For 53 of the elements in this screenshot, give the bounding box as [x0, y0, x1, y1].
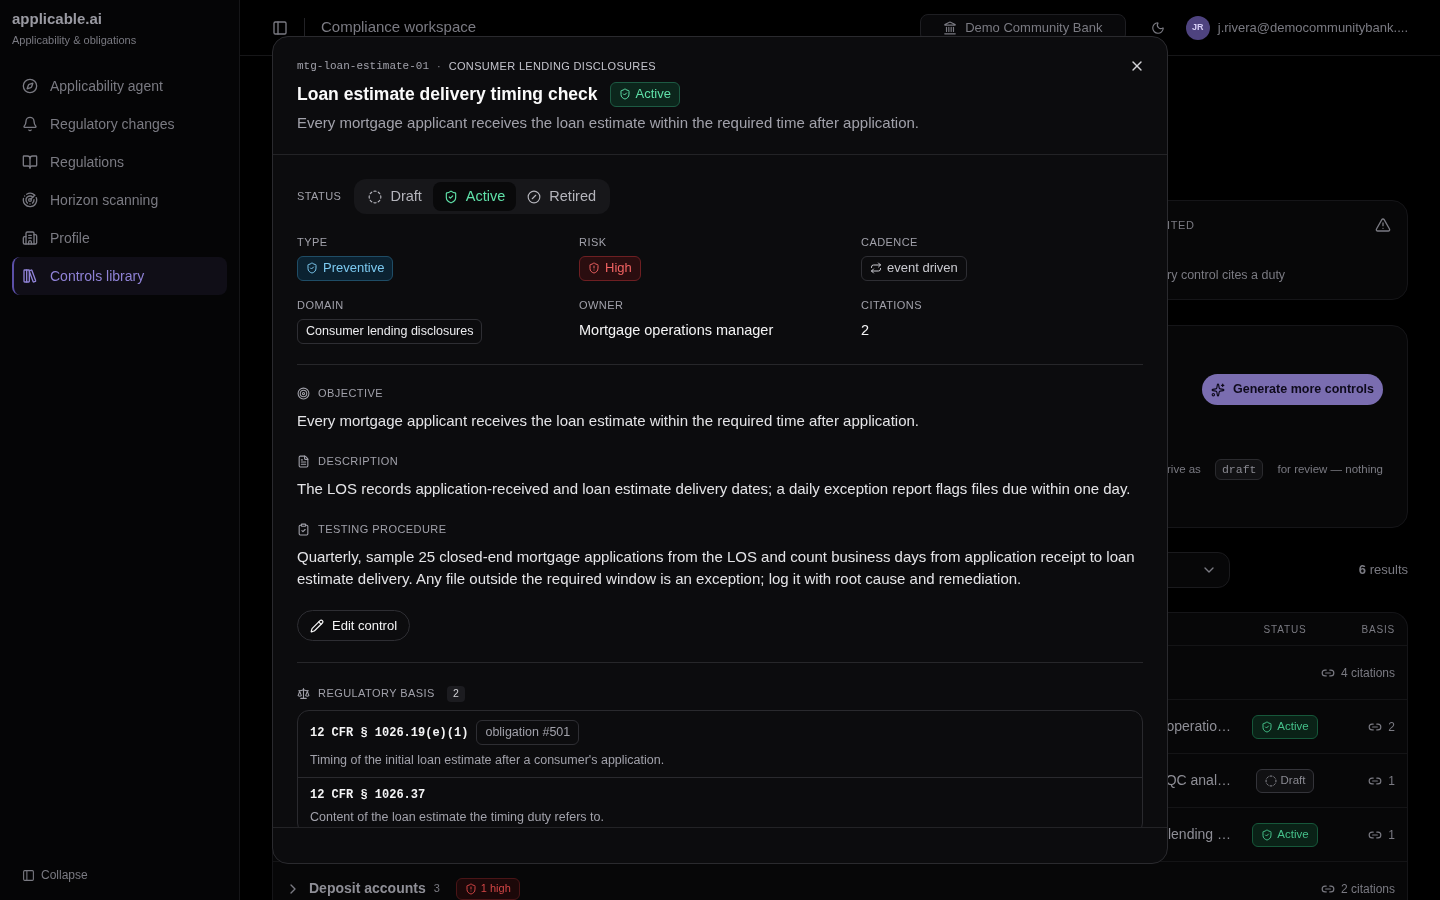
draft-tag: draft [1214, 459, 1264, 481]
section-heading: DESCRIPTION [318, 454, 398, 470]
cadence-tag: event driven [861, 255, 967, 281]
field-label: RISK [579, 236, 607, 249]
section-text: Every mortgage applicant receives the loan estimate within the required time after application. [297, 411, 920, 431]
section-text: Quarterly, sample 25 closed-end mortgage applications from the LOS and count business days from application receipt to loan estimate delivery. Any file outside the required window is an exception; log it with root cause and remediation. [297, 547, 1136, 589]
field-label: OWNER [579, 299, 624, 312]
dialog-summary: Every mortgage applicant receives the loan estimate within the required time after application. [297, 113, 919, 133]
field-label: CADENCE [861, 236, 918, 249]
status-badge: Active [609, 81, 680, 107]
field-label: DOMAIN [297, 299, 344, 312]
group-name: Deposit accounts [309, 879, 426, 898]
results-count: 6 results [1358, 561, 1408, 580]
field-value: 2 [861, 321, 870, 341]
citation-count: 2 citations [1340, 880, 1395, 898]
section-heading: REGULATORY BASIS [318, 686, 435, 702]
type-badge: Preventive [297, 255, 394, 281]
section-text: The LOS records application-received and loan estimate delivery dates; a daily exception report flags files due within one day. [297, 479, 1132, 499]
user-email: j.rivera@democommunitybank.... [1217, 18, 1408, 37]
field-label: CITATIONS [861, 299, 922, 312]
domain-tag: Consumer lending disclosures [297, 318, 483, 344]
risk-badge: 1 high [455, 877, 520, 900]
dialog-title: Loan estimate delivery timing check [297, 83, 598, 106]
field-value: Mortgage operations manager [579, 321, 774, 341]
card-text: ry control cites a duty [1167, 267, 1287, 283]
column-header: BASIS [1361, 622, 1395, 637]
obligation-tag: obligation #501 [476, 720, 580, 745]
count-badge: 2 [446, 685, 465, 702]
note-text: for review — nothing [1277, 462, 1383, 477]
citation-count: 1 [1388, 826, 1395, 844]
section-heading: TESTING PROCEDURE [318, 522, 447, 538]
citation-count: 1 [1388, 772, 1395, 790]
group-count: 3 [433, 881, 440, 897]
risk-badge: High [579, 255, 641, 281]
field-label: TYPE [297, 236, 328, 249]
status-label: STATUS [297, 189, 342, 205]
section-heading: OBJECTIVE [318, 386, 384, 402]
citation-summary: Content of the loan estimate the timing duty refers to. [310, 809, 605, 826]
citation-count: 4 citations [1340, 664, 1395, 682]
citation-count: 2 [1388, 718, 1395, 736]
workspace-title: Compliance workspace [321, 17, 477, 38]
note-text: rive as [1167, 462, 1201, 477]
status-badge: Active [1252, 714, 1318, 739]
brand-tagline: Applicability & obligations [12, 33, 138, 47]
column-header: STATUS [1263, 622, 1307, 637]
category-label: CONSUMER LENDING DISCLOSURES [448, 59, 656, 73]
card-label: ITED [1167, 218, 1195, 233]
citation-summary: Timing of the initial loan estimate after a consumer's application. [310, 752, 666, 769]
separator-dot: · [437, 59, 441, 73]
status-badge: Active [1252, 822, 1318, 847]
control-id: mtg-loan-estimate-01 [297, 59, 430, 73]
status-badge: Draft [1255, 768, 1315, 793]
brand-name: applicable.ai [12, 10, 104, 28]
